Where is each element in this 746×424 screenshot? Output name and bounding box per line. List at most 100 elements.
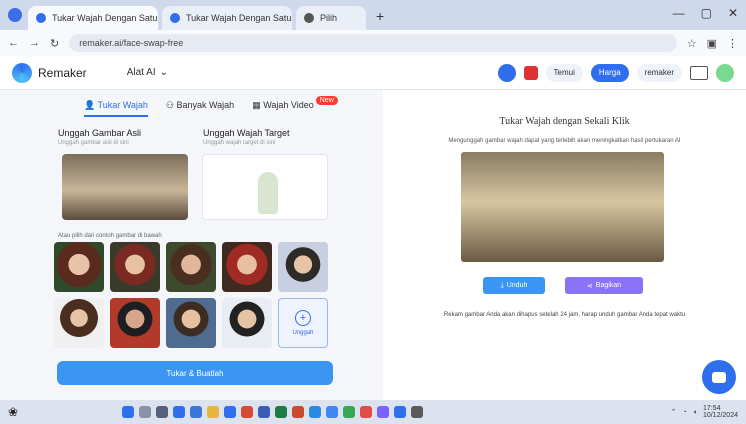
sample-face[interactable] — [166, 298, 216, 348]
office-icon[interactable] — [241, 406, 253, 418]
share-icon: ⋖ — [586, 282, 593, 290]
window-controls: — ▢ ✕ — [673, 6, 738, 20]
sample-face[interactable] — [54, 242, 104, 292]
tab-video-face[interactable]: ▦ Wajah Video New — [252, 96, 338, 117]
mail-icon[interactable] — [690, 65, 708, 80]
volume-icon[interactable]: ◖ — [693, 409, 697, 416]
tab-label: Wajah Video — [263, 100, 314, 110]
weather-icon[interactable]: ❀ — [8, 405, 18, 419]
star-icon[interactable]: ☆ — [687, 37, 697, 50]
chevron-up-icon[interactable]: ⌃ — [671, 408, 677, 416]
forward-icon[interactable]: → — [29, 37, 40, 49]
excel-icon[interactable] — [275, 406, 287, 418]
menu-icon[interactable]: ⋮ — [727, 37, 738, 50]
upload-face-button[interactable]: + Unggah — [278, 298, 328, 348]
brand-name[interactable]: Remaker — [38, 66, 87, 80]
new-badge: New — [315, 96, 338, 105]
app-icon[interactable] — [360, 406, 372, 418]
browser-tab-1[interactable]: Tukar Wajah Dengan Satu Klik ✕ — [28, 6, 158, 30]
clock-date: 10/12/2024 — [702, 412, 738, 419]
start-icon[interactable] — [122, 406, 134, 418]
chat-bubble-icon — [712, 371, 726, 383]
word-icon[interactable] — [258, 406, 270, 418]
chrome-icon[interactable] — [326, 406, 338, 418]
sample-face[interactable] — [54, 298, 104, 348]
back-icon[interactable]: ← — [8, 37, 19, 49]
clock[interactable]: 17:54 10/12/2024 — [703, 405, 738, 419]
search-icon[interactable] — [139, 406, 151, 418]
mode-tabs: 👤 Tukar Wajah ⚇ Banyak Wajah ▦ Wajah Vid… — [84, 96, 338, 117]
browser-profile-icon[interactable] — [8, 8, 22, 22]
tab-favicon-icon — [170, 13, 180, 23]
sample-face[interactable] — [166, 242, 216, 292]
browser-tab-strip: Tukar Wajah Dengan Satu Klik ✕ Tukar Waj… — [0, 0, 746, 30]
user-name: remaker — [644, 68, 674, 77]
video-icon: ▦ — [252, 100, 264, 110]
avatar[interactable] — [716, 63, 734, 82]
discover-label: Temui — [553, 68, 575, 77]
chevron-down-icon: ⌄ — [159, 67, 168, 78]
tab-label: Tukar Wajah — [97, 100, 148, 110]
share-button[interactable]: ⋖ Bagikan — [565, 277, 643, 294]
minimize-button[interactable]: — — [673, 6, 685, 20]
gift-icon[interactable] — [523, 65, 538, 80]
maximize-button[interactable]: ▢ — [701, 6, 712, 20]
new-tab-button[interactable]: + — [376, 8, 384, 24]
app-icon[interactable] — [377, 406, 389, 418]
mail-app-icon[interactable] — [309, 406, 321, 418]
store-icon[interactable] — [224, 406, 236, 418]
sample-face[interactable] — [110, 242, 160, 292]
chat-support-button[interactable] — [702, 360, 736, 394]
folder-icon[interactable] — [207, 406, 219, 418]
powerpoint-icon[interactable] — [292, 406, 304, 418]
sample-face[interactable] — [222, 298, 272, 348]
upload-target-sub: Unggah wajah target di sini — [203, 140, 276, 146]
taskbar-apps — [122, 406, 423, 418]
app-icon[interactable] — [343, 406, 355, 418]
sample-face[interactable] — [110, 298, 160, 348]
browser-tab-2[interactable]: Tukar Wajah Dengan Satu Klik ✕ — [162, 6, 292, 30]
tab-favicon-icon — [304, 13, 314, 23]
tab-label: Banyak Wajah — [176, 100, 235, 110]
sample-face[interactable] — [222, 242, 272, 292]
tab-title: Pilih — [320, 13, 338, 23]
samples-caption: Atau pilih dari contoh gambar di bawah — [58, 233, 162, 239]
remaker-logo-icon[interactable] — [12, 62, 32, 83]
task-view-icon[interactable] — [156, 406, 168, 418]
url-text: remaker.ai/face-swap-free — [79, 38, 184, 48]
group-icon: ⚇ — [165, 100, 177, 110]
chat-app-icon[interactable] — [173, 406, 185, 418]
swap-button[interactable]: Tukar & Buatlah — [57, 361, 333, 385]
app-icon[interactable] — [394, 406, 406, 418]
url-input[interactable]: remaker.ai/face-swap-free — [69, 34, 677, 52]
swap-panel: 👤 Tukar Wajah ⚇ Banyak Wajah ▦ Wajah Vid… — [0, 90, 383, 400]
extensions-icon[interactable]: ▣ — [707, 37, 717, 50]
tab-face-swap[interactable]: 👤 Tukar Wajah — [84, 100, 148, 117]
download-icon: ⤓ — [500, 281, 504, 289]
credits-icon[interactable] — [497, 63, 516, 82]
ai-tools-menu[interactable]: Alat AI — [127, 67, 156, 78]
result-description: Mengunggah gambar wajah dapat yang terle… — [448, 138, 681, 144]
user-menu[interactable]: remaker — [636, 63, 682, 82]
upload-target-label: Unggah Wajah Target — [203, 128, 290, 138]
reload-icon[interactable]: ↻ — [50, 37, 59, 50]
app-icon[interactable] — [411, 406, 423, 418]
sample-faces-grid: + Unggah — [54, 242, 328, 348]
header-tools: Temui Harga remaker — [497, 63, 734, 82]
os-taskbar: ❀ ⌃ ◔ ◖ 17:54 10/12/2024 — [0, 400, 746, 424]
upload-face-label: Unggah — [292, 330, 314, 336]
original-image-dropzone[interactable] — [62, 154, 188, 220]
result-title: Tukar Wajah dengan Sekali Klik — [499, 116, 630, 127]
system-tray: ⌃ ◔ ◖ 17:54 10/12/2024 — [671, 405, 738, 419]
target-face-thumbnail — [258, 172, 278, 214]
edge-icon[interactable] — [190, 406, 202, 418]
close-window-button[interactable]: ✕ — [728, 6, 738, 20]
tab-multi-face[interactable]: ⚇ Banyak Wajah — [166, 100, 234, 117]
pricing-button[interactable]: Harga — [590, 63, 629, 82]
sample-face[interactable] — [278, 242, 328, 292]
upload-original-sub: Unggah gambar asli di sini — [58, 140, 129, 146]
download-button[interactable]: ⤓ Unduh — [483, 277, 545, 294]
wifi-icon[interactable]: ◔ — [682, 409, 686, 416]
browser-tab-3[interactable]: Pilih — [296, 6, 366, 30]
discover-pill[interactable]: Temui — [545, 63, 583, 82]
